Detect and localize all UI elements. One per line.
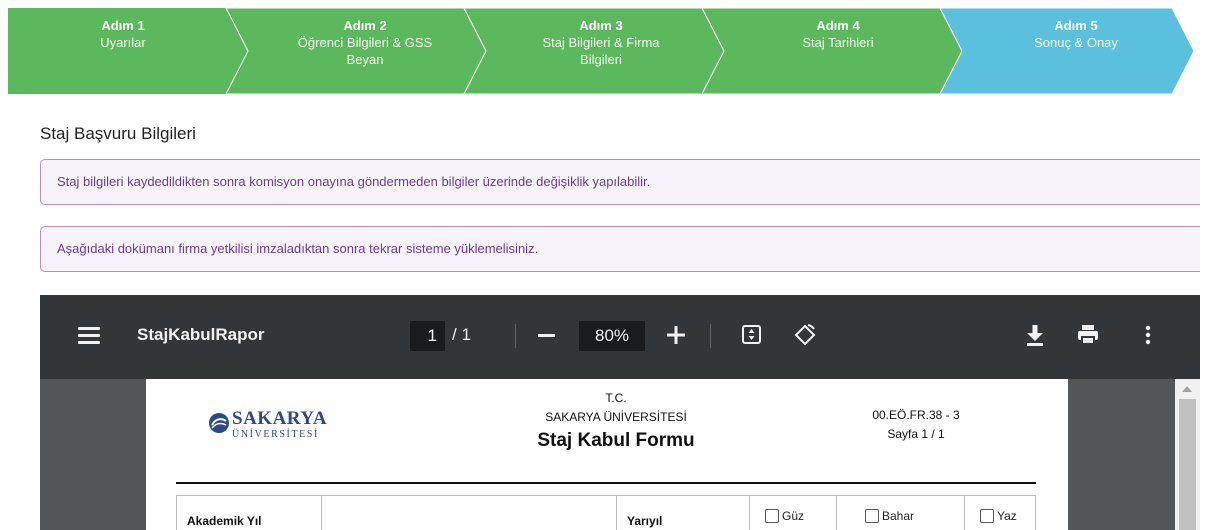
pdf-viewer: StajKabulRapor 1 / 1 80% SAKARYA ÜNİVERS…: [40, 295, 1200, 530]
step-4[interactable]: Adım 4 Staj Tarihleri: [738, 17, 938, 51]
step-5[interactable]: Adım 5 Sonuç & Onay: [976, 17, 1176, 51]
step-5-label: Sonuç & Onay: [1034, 35, 1118, 50]
academic-year-label: Akademik Yıl: [177, 496, 322, 530]
step-3-number: Adım 3: [579, 18, 623, 33]
page-total: / 1: [452, 325, 471, 344]
semester-option-spring[interactable]: Bahar: [837, 496, 965, 530]
semester-option-fall[interactable]: Güz: [750, 496, 837, 530]
info-alert-edit: Staj bilgileri kaydedildikten sonra komi…: [40, 159, 1200, 205]
step-4-label: Staj Tarihleri: [802, 35, 874, 50]
option-label: Bahar: [882, 509, 915, 523]
checkbox[interactable]: [865, 509, 879, 523]
toolbar-divider: [710, 324, 711, 348]
header-university: SAKARYA ÜNİVERSİTESİ: [545, 410, 687, 424]
form-title: Staj Kabul Formu: [537, 430, 695, 451]
step-1-number: Adım 1: [101, 18, 145, 33]
page-info: Sayfa 1 / 1: [887, 427, 945, 441]
progress-stepper: Adım 1 Uyarılar Adım 2 Öğrenci Bilgileri…: [8, 8, 1194, 94]
logo-emblem-icon: [209, 413, 229, 433]
rotate-icon[interactable]: [792, 322, 818, 353]
form-code: 00.EÖ.FR.38 - 3: [872, 408, 960, 422]
zoom-input[interactable]: 80%: [579, 321, 645, 351]
logo-subtitle: ÜNİVERSİTESİ: [232, 429, 319, 440]
option-label: Yaz: [997, 509, 1017, 523]
download-icon[interactable]: [1024, 322, 1046, 353]
header-divider: [176, 482, 1036, 484]
fit-page-icon[interactable]: [740, 322, 764, 353]
step-2-number: Adım 2: [343, 18, 387, 33]
menu-icon[interactable]: [78, 327, 100, 345]
step-4-number: Adım 4: [816, 18, 860, 33]
semester-option-summer[interactable]: Yaz: [965, 496, 1037, 530]
print-icon[interactable]: [1076, 322, 1100, 353]
university-logo: SAKARYA ÜNİVERSİTESİ: [208, 408, 368, 440]
toolbar-divider: [515, 324, 516, 348]
step-1-label: Uyarılar: [100, 35, 146, 50]
step-1[interactable]: Adım 1 Uyarılar: [23, 17, 223, 51]
form-table: Akademik Yıl Yarıyıl Güz Bahar Yaz: [176, 495, 1036, 530]
step-2-label: Öğrenci Bilgileri & GSS Beyan: [297, 35, 433, 67]
pdf-scrollbar[interactable]: [1175, 379, 1200, 530]
header-tc: T.C.: [605, 391, 627, 405]
page-number-input[interactable]: 1: [410, 321, 445, 351]
pdf-toolbar: StajKabulRapor 1 / 1 80%: [40, 295, 1200, 379]
zoom-in-icon[interactable]: [666, 325, 686, 345]
academic-year-value: [322, 496, 617, 530]
pdf-page: SAKARYA ÜNİVERSİTESİ T.C. SAKARYA ÜNİVER…: [146, 379, 1068, 530]
more-options-icon[interactable]: [1144, 322, 1152, 353]
step-3-label: Staj Bilgileri & Firma Bilgileri: [542, 35, 660, 67]
step-2[interactable]: Adım 2 Öğrenci Bilgileri & GSS Beyan: [265, 17, 465, 68]
zoom-out-icon[interactable]: [538, 334, 555, 337]
scroll-up-icon[interactable]: [1182, 386, 1192, 392]
option-label: Güz: [782, 509, 805, 523]
info-alert-upload: Aşağıdaki dokümanı firma yetkilisi imzal…: [40, 226, 1200, 272]
page-title: Staj Başvuru Bilgileri: [40, 124, 196, 143]
scrollbar-thumb[interactable]: [1179, 399, 1196, 530]
step-5-number: Adım 5: [1054, 18, 1098, 33]
step-3[interactable]: Adım 3 Staj Bilgileri & Firma Bilgileri: [501, 17, 701, 68]
pdf-file-name: StajKabulRapor: [137, 325, 265, 344]
semester-label: Yarıyıl: [617, 496, 750, 530]
logo-name: SAKARYA: [232, 408, 328, 429]
checkbox[interactable]: [980, 509, 994, 523]
checkbox[interactable]: [765, 509, 779, 523]
